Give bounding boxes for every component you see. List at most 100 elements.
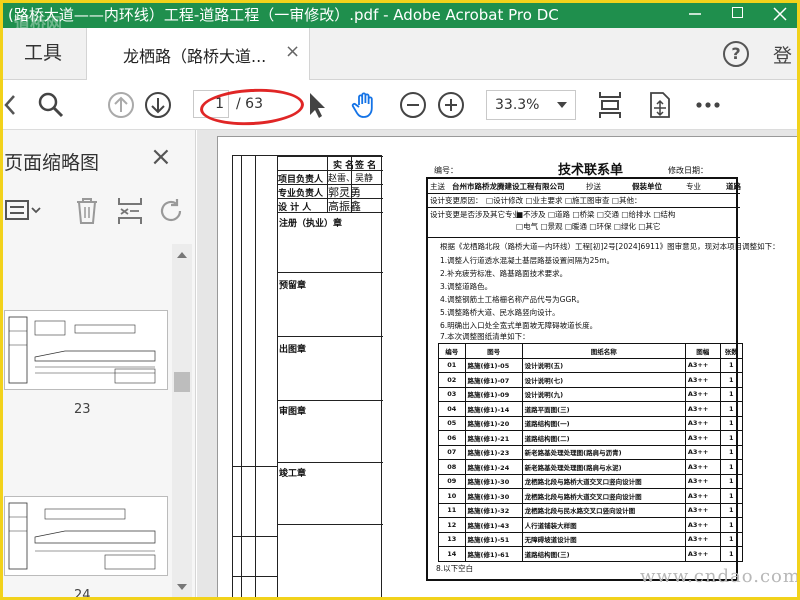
zoom-in-icon[interactable] [436, 90, 466, 120]
sheet-scope-label: 设计变更是否涉及其它专业： [430, 210, 528, 219]
table-cell: 1 [719, 372, 744, 388]
stamp-block: 实 名 签 名 项目负责人 赵雷、吴静 专业负责人 郭灵勇 设 计 人 高振鑫 … [232, 155, 383, 599]
table-cell: 01 [438, 357, 466, 373]
table-row: 03 路施(修1)-09 设计说明(九) A3++ 1 [438, 386, 744, 402]
rotate-icon[interactable] [158, 196, 186, 226]
panel-toolbar [0, 190, 196, 234]
table-cell: 路施(修1)-51 [464, 531, 523, 547]
sheet-spec-value: 道路 [726, 182, 741, 191]
minimize-button[interactable] [675, 0, 715, 28]
sheet-note: 根据《龙栖路北段（路桥大道—内环线）工程[初]2号[2024]6911》图审意见… [440, 242, 780, 251]
table-row: 02 路施(修1)-07 设计说明(七) A3++ 1 [438, 372, 744, 388]
pdf-page: 实 名 签 名 项目负责人 赵雷、吴静 专业负责人 郭灵勇 设 计 人 高振鑫 … [217, 136, 800, 600]
sheet-scope-options-2: □电气 □景观 □暖通 □环保 □绿化 □其它 [516, 222, 661, 231]
table-cell: 路施(修1)-30 [464, 473, 523, 489]
table-cell: 路施(修1)-32 [464, 502, 523, 518]
table-cell: 10 [438, 488, 466, 504]
search-icon[interactable] [36, 90, 66, 120]
tab-document[interactable]: 龙栖路（路桥大道... × [86, 28, 310, 81]
table-cell: 道路平面图(三) [521, 401, 686, 417]
table-row: 13 路施(修1)-51 无障碍坡道设计图 A3++ 1 [438, 531, 744, 547]
title-bar: 道桥网 (路桥大道——内环线）工程-道路工程（一审修改）.pdf - Adobe… [0, 0, 800, 33]
page-thumbnail-24[interactable] [4, 496, 168, 576]
table-cell: 1 [719, 386, 744, 402]
table-row: 07 路施(修1)-23 新老路基处理处理图(路肩与沥青) A3++ 1 [438, 444, 744, 460]
sheet-to-label: 主送 [430, 182, 445, 191]
fit-page-icon[interactable] [596, 90, 624, 120]
table-cell: 1 [719, 502, 744, 518]
document-view[interactable]: 实 名 签 名 项目负责人 赵雷、吴静 专业负责人 郭灵勇 设 计 人 高振鑫 … [197, 130, 800, 600]
sheet-note: 5.调整路桥大道、民水路竖向设计。 [440, 308, 560, 317]
table-cell: 道路结构图(二) [521, 430, 686, 446]
panel-close-button[interactable]: × [150, 142, 172, 172]
tab-close-button[interactable]: × [285, 41, 300, 62]
table-cell: A3++ [684, 430, 721, 446]
stamp-label: 竣工章 [279, 469, 307, 479]
page-up-icon[interactable] [106, 90, 136, 120]
table-cell: 1 [719, 459, 744, 475]
sheet-date-label: 修改日期： [668, 166, 708, 175]
sheet-note: 3.调整道路色。 [440, 282, 493, 291]
sheet-spec-label: 专业 [686, 182, 701, 191]
more-icon[interactable] [694, 90, 722, 120]
hand-tool-icon[interactable] [350, 90, 380, 120]
sheet-change-options: □设计修改 □业主要求 □施工图审查 □其他： [486, 196, 642, 205]
column-header: 图号 [464, 343, 523, 359]
table-cell: A3++ [684, 372, 721, 388]
maximize-button[interactable] [718, 0, 758, 28]
table-row: 04 路施(修1)-14 道路平面图(三) A3++ 1 [438, 401, 744, 417]
table-row: 12 路施(修1)-43 人行道铺装大样图 A3++ 1 [438, 517, 744, 533]
table-cell: 路施(修1)-43 [464, 517, 523, 533]
stamp-label: 预留章 [279, 281, 307, 291]
divider [277, 400, 383, 401]
page-thumbnail-23[interactable] [4, 310, 168, 390]
table-row: 05 路施(修1)-20 道路结构图(一) A3++ 1 [438, 415, 744, 431]
table-cell: 道路结构图(三) [521, 546, 686, 562]
table-header-row: 编号 图号 图纸名称 图幅 张数 [438, 343, 744, 359]
table-cell: 06 [438, 430, 466, 446]
tab-tools[interactable]: 工具 [0, 28, 86, 80]
zoom-value: 33.3% [495, 97, 540, 113]
table-cell: 设计说明(七) [521, 372, 686, 388]
print-icon[interactable] [0, 90, 22, 120]
zoom-out-icon[interactable] [398, 90, 428, 120]
scroll-down-icon[interactable] [177, 584, 187, 590]
rotate-page-icon[interactable] [646, 90, 674, 120]
divider [428, 237, 740, 238]
table-cell: A3++ [684, 444, 721, 460]
trash-icon[interactable] [74, 196, 100, 226]
scrollbar-thumb[interactable] [174, 372, 190, 392]
table-cell: 龙栖路北段与民水路交叉口竖向设计图 [521, 502, 686, 518]
thumbnail-options-icon[interactable] [4, 198, 42, 224]
table-row: 10 路施(修1)-30 龙栖路北段与路桥大道交叉口竖向设计图 A3++ 1 [438, 488, 744, 504]
maximize-icon [732, 7, 743, 18]
sheet-title: 技术联系单 [558, 163, 624, 178]
thumbnail-scrollbar[interactable] [172, 244, 192, 600]
table-cell: 1 [719, 444, 744, 460]
chevron-down-icon [557, 102, 567, 108]
extract-pages-icon[interactable] [116, 196, 144, 226]
help-icon[interactable]: ? [723, 41, 749, 67]
table-cell: 1 [719, 488, 744, 504]
select-cursor-icon[interactable] [305, 90, 329, 120]
stamp-role: 设 计 人 [278, 203, 312, 213]
thumbnail-panel: 页面缩略图 × 23 24 [0, 130, 196, 600]
sign-in-button[interactable]: 登 [773, 41, 792, 68]
scroll-up-icon[interactable] [177, 252, 187, 258]
page-down-icon[interactable] [143, 90, 173, 120]
thumbnail-list: 23 24 [0, 244, 170, 600]
table-cell: 路施(修1)-23 [464, 444, 523, 460]
table-cell: A3++ [684, 517, 721, 533]
stamp-name: 高振鑫 [328, 200, 361, 213]
table-cell: 13 [438, 531, 466, 547]
table-cell: A3++ [684, 357, 721, 373]
table-cell: 设计说明(五) [521, 357, 686, 373]
tab-document-label: 龙栖路（路桥大道... [123, 47, 267, 66]
column-header: 图纸名称 [521, 343, 686, 359]
zoom-select[interactable]: 33.3% [486, 90, 576, 120]
divider [233, 576, 277, 577]
table-cell: 路施(修1)-61 [464, 546, 523, 562]
table-cell: 11 [438, 502, 466, 518]
close-window-button[interactable] [760, 0, 800, 28]
stamp-header-real: 实 名 [333, 161, 355, 171]
